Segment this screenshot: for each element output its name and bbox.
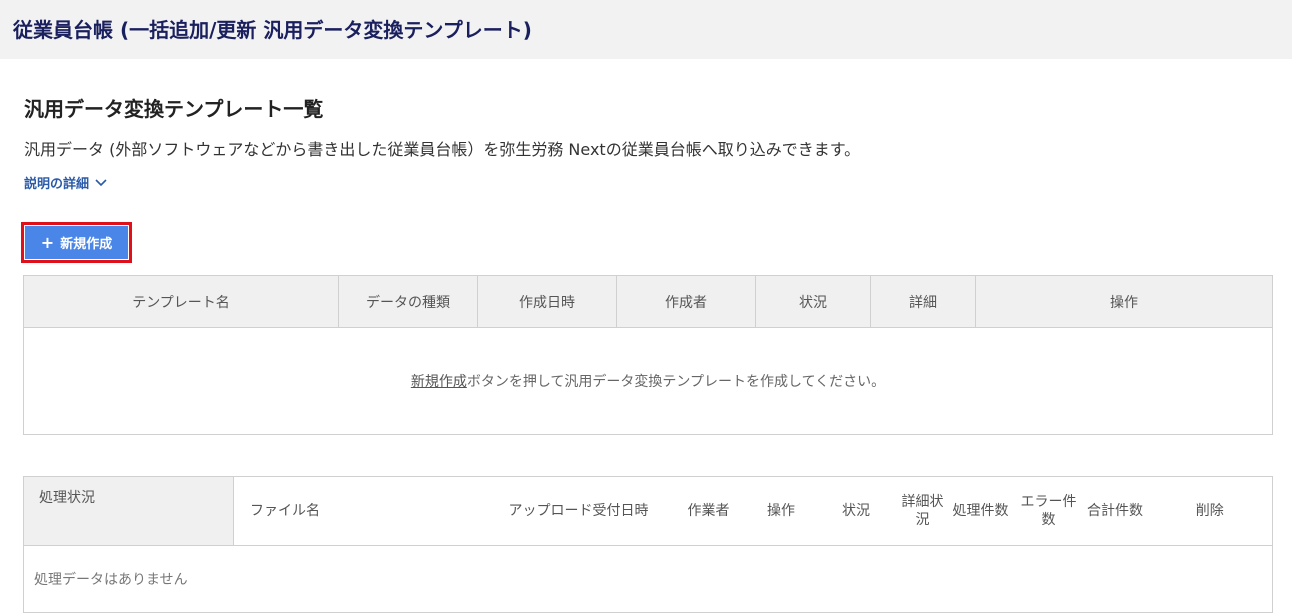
processing-table-empty-row: 処理データはありません bbox=[24, 546, 1273, 613]
column-header-data-type[interactable]: データの種類 bbox=[338, 275, 478, 328]
processing-empty-message: 処理データはありません bbox=[34, 572, 188, 588]
details-toggle[interactable]: 説明の詳細 bbox=[24, 173, 107, 192]
section-title: 汎用データ変換テンプレート一覧 bbox=[24, 97, 324, 121]
new-template-button-label: 新規作成 bbox=[60, 237, 113, 252]
chevron-down-icon bbox=[95, 178, 107, 186]
column-header-creator[interactable]: 作成者 bbox=[616, 275, 756, 328]
template-table-empty-message: 新規作成ボタンを押して汎用データ変換テンプレートを作成してください。 bbox=[24, 328, 1273, 435]
processing-table: 処理状況 ファイル名 アップロード受付日時 作業者 操作 状況 詳細状況 処理件… bbox=[23, 476, 1273, 613]
column-header-detail-state: 詳細状況 bbox=[898, 476, 947, 546]
template-table-empty-row: 新規作成ボタンを押して汎用データ変換テンプレートを作成してください。 bbox=[24, 328, 1273, 435]
column-header-delete: 削除 bbox=[1147, 476, 1273, 546]
column-header-file-name: ファイル名 bbox=[233, 476, 489, 546]
column-header-upload-time: アップロード受付日時 bbox=[488, 476, 669, 546]
column-header-actions: 操作 bbox=[975, 275, 1273, 328]
plus-icon: + bbox=[40, 232, 55, 252]
column-header-details: 詳細 bbox=[870, 275, 976, 328]
column-header-operation: 操作 bbox=[748, 476, 814, 546]
column-header-operator: 作業者 bbox=[668, 476, 749, 546]
template-table-header: テンプレート名 データの種類 作成日時 作成者 状況 詳細 操作 bbox=[23, 275, 1273, 328]
details-toggle-label: 説明の詳細 bbox=[24, 177, 90, 192]
template-table: テンプレート名 データの種類 作成日時 作成者 状況 詳細 操作 新規作成ボタン… bbox=[23, 275, 1273, 435]
page-header: 従業員台帳 (一括追加/更新 汎用データ変換テンプレート) bbox=[0, 0, 1292, 59]
page-header-title: 従業員台帳 (一括追加/更新 汎用データ変換テンプレート) bbox=[13, 18, 532, 42]
new-template-link[interactable]: 新規作成 bbox=[411, 374, 467, 390]
column-header-error-count: エラー件数 bbox=[1014, 476, 1083, 546]
empty-message-text: ボタンを押して汎用データ変換テンプレートを作成してください。 bbox=[466, 374, 886, 390]
column-header-status[interactable]: 状況 bbox=[755, 275, 871, 328]
column-header-state: 状況 bbox=[813, 476, 899, 546]
processing-table-header: 処理状況 ファイル名 アップロード受付日時 作業者 操作 状況 詳細状況 処理件… bbox=[23, 476, 1273, 546]
column-header-total-count: 合計件数 bbox=[1082, 476, 1148, 546]
column-header-processed-count: 処理件数 bbox=[946, 476, 1015, 546]
section-description: 汎用データ (外部ソフトウェアなどから書き出した従業員台帳）を弥生労務 Next… bbox=[24, 140, 861, 159]
column-header-created-at[interactable]: 作成日時 bbox=[477, 275, 617, 328]
column-header-template-name[interactable]: テンプレート名 bbox=[23, 275, 339, 328]
new-template-button[interactable]: + 新規作成 bbox=[25, 226, 128, 259]
column-header-processing-status: 処理状況 bbox=[23, 476, 234, 546]
